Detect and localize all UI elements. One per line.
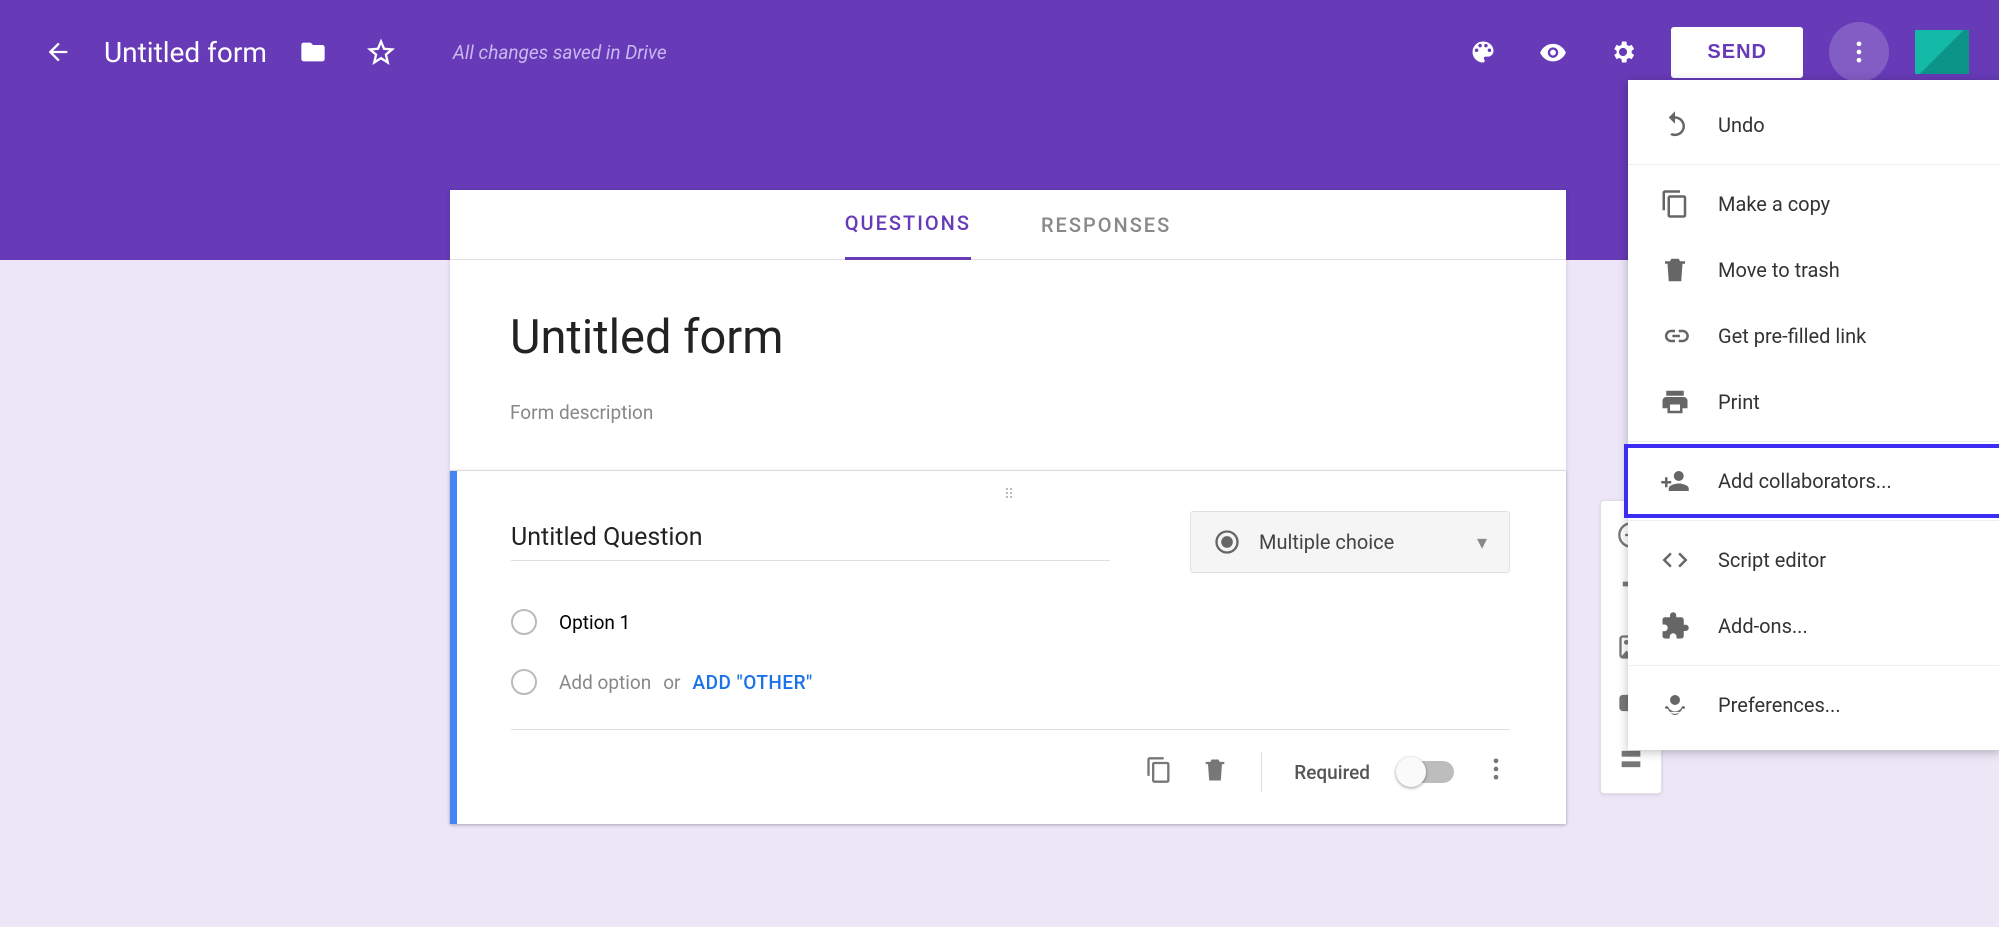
question-more-icon[interactable] xyxy=(1482,755,1510,789)
trash-icon[interactable] xyxy=(1201,756,1229,788)
menu-add-collaborators[interactable]: Add collaborators... xyxy=(1628,448,1999,514)
question-type-label: Multiple choice xyxy=(1259,530,1394,554)
menu-script-editor[interactable]: Script editor xyxy=(1628,527,1999,593)
or-label: or xyxy=(663,671,680,694)
separator xyxy=(1628,164,1999,165)
star-icon[interactable] xyxy=(359,30,403,74)
menu-move-trash[interactable]: Move to trash xyxy=(1628,237,1999,303)
more-menu: Undo Make a copy Move to trash Get pre-f… xyxy=(1628,80,1999,750)
palette-icon[interactable] xyxy=(1461,30,1505,74)
chevron-down-icon: ▾ xyxy=(1477,530,1487,554)
add-option-row[interactable]: Add option or ADD "OTHER" xyxy=(511,669,1510,695)
send-button[interactable]: SEND xyxy=(1671,27,1803,78)
required-toggle[interactable] xyxy=(1398,761,1454,783)
separator xyxy=(1261,752,1262,792)
duplicate-icon[interactable] xyxy=(1145,756,1173,788)
menu-label: Undo xyxy=(1718,113,1765,137)
menu-label: Add-ons... xyxy=(1718,614,1808,638)
back-arrow-icon[interactable] xyxy=(36,30,80,74)
menu-label: Add collaborators... xyxy=(1718,469,1892,493)
menu-print[interactable]: Print xyxy=(1628,369,1999,435)
question-card: ⠿ Untitled Question Multiple choice ▾ Op… xyxy=(450,471,1566,824)
folder-icon[interactable] xyxy=(291,30,335,74)
menu-label: Make a copy xyxy=(1718,192,1830,216)
menu-undo[interactable]: Undo xyxy=(1628,92,1999,158)
add-other-button[interactable]: ADD "OTHER" xyxy=(693,671,813,694)
menu-label: Script editor xyxy=(1718,548,1826,572)
menu-addons[interactable]: Add-ons... xyxy=(1628,593,1999,659)
tabs: QUESTIONS RESPONSES xyxy=(450,190,1566,260)
separator xyxy=(1628,665,1999,666)
menu-make-copy[interactable]: Make a copy xyxy=(1628,171,1999,237)
header-form-title[interactable]: Untitled form xyxy=(104,36,267,69)
required-label: Required xyxy=(1294,761,1370,784)
option-text[interactable]: Option 1 xyxy=(559,611,630,634)
more-menu-button[interactable] xyxy=(1829,22,1889,82)
form-description[interactable]: Form description xyxy=(510,401,1506,424)
tab-responses[interactable]: RESPONSES xyxy=(1041,191,1171,259)
radio-icon xyxy=(511,609,537,635)
menu-prefilled-link[interactable]: Get pre-filled link xyxy=(1628,303,1999,369)
separator xyxy=(1628,520,1999,521)
save-status: All changes saved in Drive xyxy=(453,41,667,64)
menu-label: Print xyxy=(1718,390,1760,414)
drag-handle-icon[interactable]: ⠿ xyxy=(511,487,1510,511)
option-row[interactable]: Option 1 xyxy=(511,609,1510,635)
menu-label: Get pre-filled link xyxy=(1718,324,1866,348)
question-title-input[interactable]: Untitled Question xyxy=(511,511,1110,561)
radio-icon xyxy=(511,669,537,695)
separator xyxy=(1628,441,1999,442)
preview-eye-icon[interactable] xyxy=(1531,30,1575,74)
menu-preferences[interactable]: Preferences... xyxy=(1628,672,1999,738)
tab-questions[interactable]: QUESTIONS xyxy=(845,189,971,260)
settings-gear-icon[interactable] xyxy=(1601,30,1645,74)
question-type-select[interactable]: Multiple choice ▾ xyxy=(1190,511,1510,573)
form-title[interactable]: Untitled form xyxy=(510,310,1506,365)
avatar[interactable] xyxy=(1915,30,1969,74)
add-option-label[interactable]: Add option xyxy=(559,671,651,694)
form-card: QUESTIONS RESPONSES Untitled form Form d… xyxy=(450,190,1566,824)
menu-label: Move to trash xyxy=(1718,258,1840,282)
menu-label: Preferences... xyxy=(1718,693,1841,717)
radio-icon xyxy=(1213,528,1241,556)
